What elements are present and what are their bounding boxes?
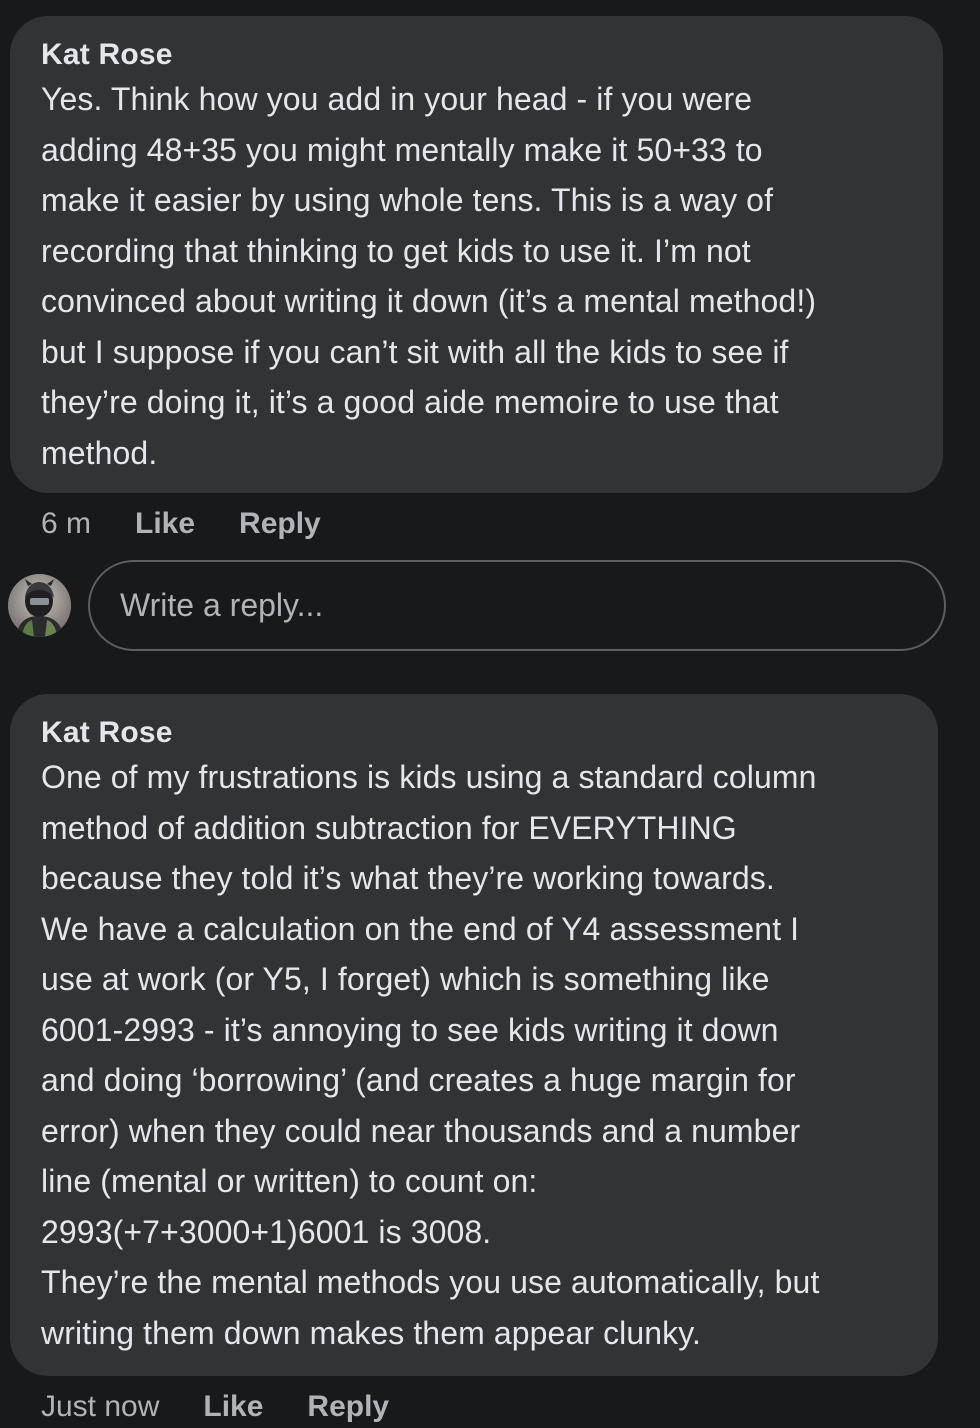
comment-timestamp[interactable]: 6 m: [41, 507, 91, 541]
avatar[interactable]: [8, 574, 71, 637]
reply-composer: Write a reply...: [8, 560, 948, 654]
like-button[interactable]: Like: [203, 1390, 263, 1424]
like-button[interactable]: Like: [135, 507, 195, 541]
reply-button[interactable]: Reply: [239, 507, 321, 541]
comment-text: Yes. Think how you add in your head - if…: [41, 81, 817, 471]
comment-bubble: Kat Rose Yes. Think how you add in your …: [10, 16, 943, 493]
user-avatar-icon: [8, 574, 71, 637]
comment-bubble: Kat Rose One of my frustrations is kids …: [10, 694, 938, 1376]
reply-placeholder: Write a reply...: [120, 587, 324, 623]
comment-author[interactable]: Kat Rose: [41, 716, 908, 750]
comment-actions: Just now Like Reply: [41, 1387, 389, 1427]
comment-timestamp[interactable]: Just now: [41, 1390, 159, 1424]
comment-author[interactable]: Kat Rose: [41, 38, 913, 72]
comment-actions: 6 m Like Reply: [41, 504, 321, 544]
reply-button[interactable]: Reply: [307, 1390, 389, 1424]
reply-input[interactable]: Write a reply...: [88, 560, 946, 651]
comment-text: One of my frustrations is kids using a s…: [41, 759, 820, 1351]
